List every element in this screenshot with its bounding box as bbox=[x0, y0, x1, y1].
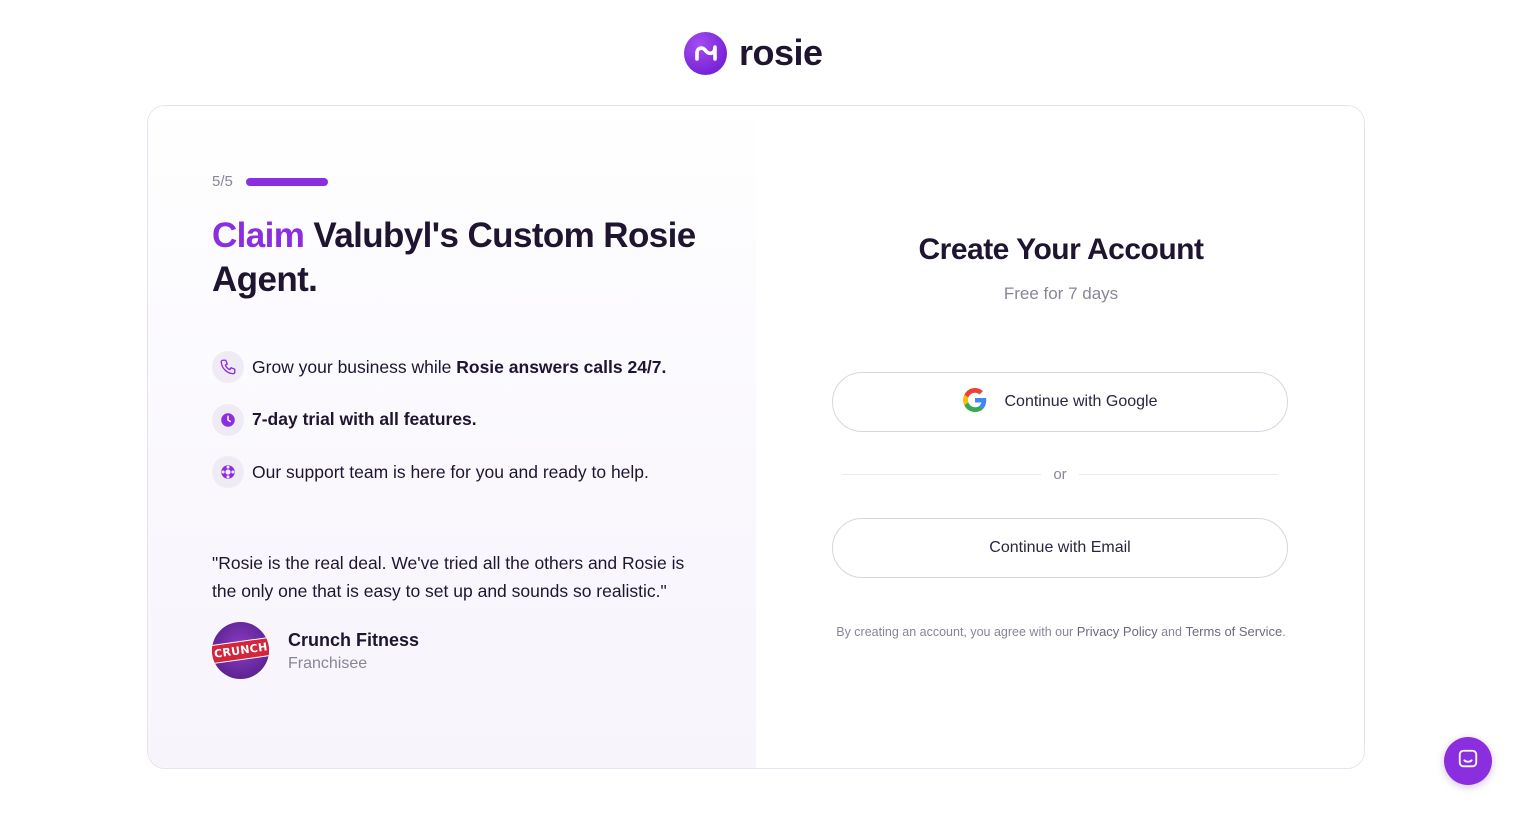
step-counter: 5/5 bbox=[212, 173, 233, 190]
divider-text: or bbox=[1053, 466, 1067, 483]
continue-with-google-button[interactable]: Continue with Google bbox=[832, 372, 1288, 432]
feature-item: 7-day trial with all features. bbox=[212, 403, 666, 437]
signup-title: Create Your Account bbox=[918, 233, 1204, 266]
headline-accent: Claim bbox=[212, 216, 305, 255]
signup-panel: Create Your Account Free for 7 days Cont… bbox=[756, 106, 1364, 768]
google-icon bbox=[962, 387, 987, 417]
avatar-logo-text: CRUNCH bbox=[212, 636, 269, 665]
terms-suffix: . bbox=[1282, 625, 1286, 639]
logo-mark-icon bbox=[684, 31, 727, 75]
terms-of-service-link[interactable]: Terms of Service bbox=[1185, 624, 1282, 639]
signup-card: 5/5 Claim Valubyl's Custom Rosie Agent. … bbox=[147, 105, 1365, 769]
privacy-policy-link[interactable]: Privacy Policy bbox=[1077, 624, 1158, 639]
chat-launcher-button[interactable] bbox=[1444, 737, 1492, 785]
brand-logo[interactable]: rosie bbox=[684, 30, 823, 76]
feature-item: Our support team is here for you and rea… bbox=[212, 455, 666, 489]
avatar: CRUNCH bbox=[212, 622, 269, 679]
feature-text: Our support team is here for you and rea… bbox=[252, 461, 649, 482]
feature-text-bold: 7-day trial with all features. bbox=[252, 409, 477, 429]
lifebuoy-icon bbox=[212, 456, 244, 488]
signup-subtitle: Free for 7 days bbox=[1003, 284, 1119, 303]
testimonial-quote: "Rosie is the real deal. We've tried all… bbox=[212, 553, 685, 601]
feature-text: Grow your business while bbox=[252, 356, 457, 377]
step-progress: 5/5 bbox=[212, 173, 328, 190]
brand-name: rosie bbox=[739, 32, 823, 73]
chat-icon bbox=[1457, 748, 1479, 775]
feature-item: Grow your business while Rosie answers c… bbox=[212, 350, 666, 384]
testimonial-author: CRUNCH Crunch Fitness Franchisee bbox=[212, 622, 419, 679]
google-button-label: Continue with Google bbox=[1004, 393, 1158, 410]
feature-text-bold: Rosie answers calls 24/7. bbox=[456, 356, 667, 377]
page-headline: Claim Valubyl's Custom Rosie Agent. bbox=[212, 214, 712, 302]
promo-panel: 5/5 Claim Valubyl's Custom Rosie Agent. … bbox=[148, 106, 756, 768]
terms-prefix: By creating an account, you agree with o… bbox=[836, 625, 1074, 639]
author-role: Franchisee bbox=[288, 654, 368, 672]
feature-list: Grow your business while Rosie answers c… bbox=[212, 350, 666, 508]
progress-bar bbox=[245, 177, 328, 186]
terms-notice: By creating an account, you agree with o… bbox=[756, 624, 1364, 639]
author-name: Crunch Fitness bbox=[288, 629, 420, 650]
email-button-label: Continue with Email bbox=[989, 539, 1131, 556]
continue-with-email-button[interactable]: Continue with Email bbox=[832, 518, 1288, 578]
clock-icon bbox=[212, 403, 244, 436]
phone-icon bbox=[212, 351, 244, 383]
divider: or bbox=[842, 466, 1278, 483]
terms-and: and bbox=[1161, 625, 1182, 639]
